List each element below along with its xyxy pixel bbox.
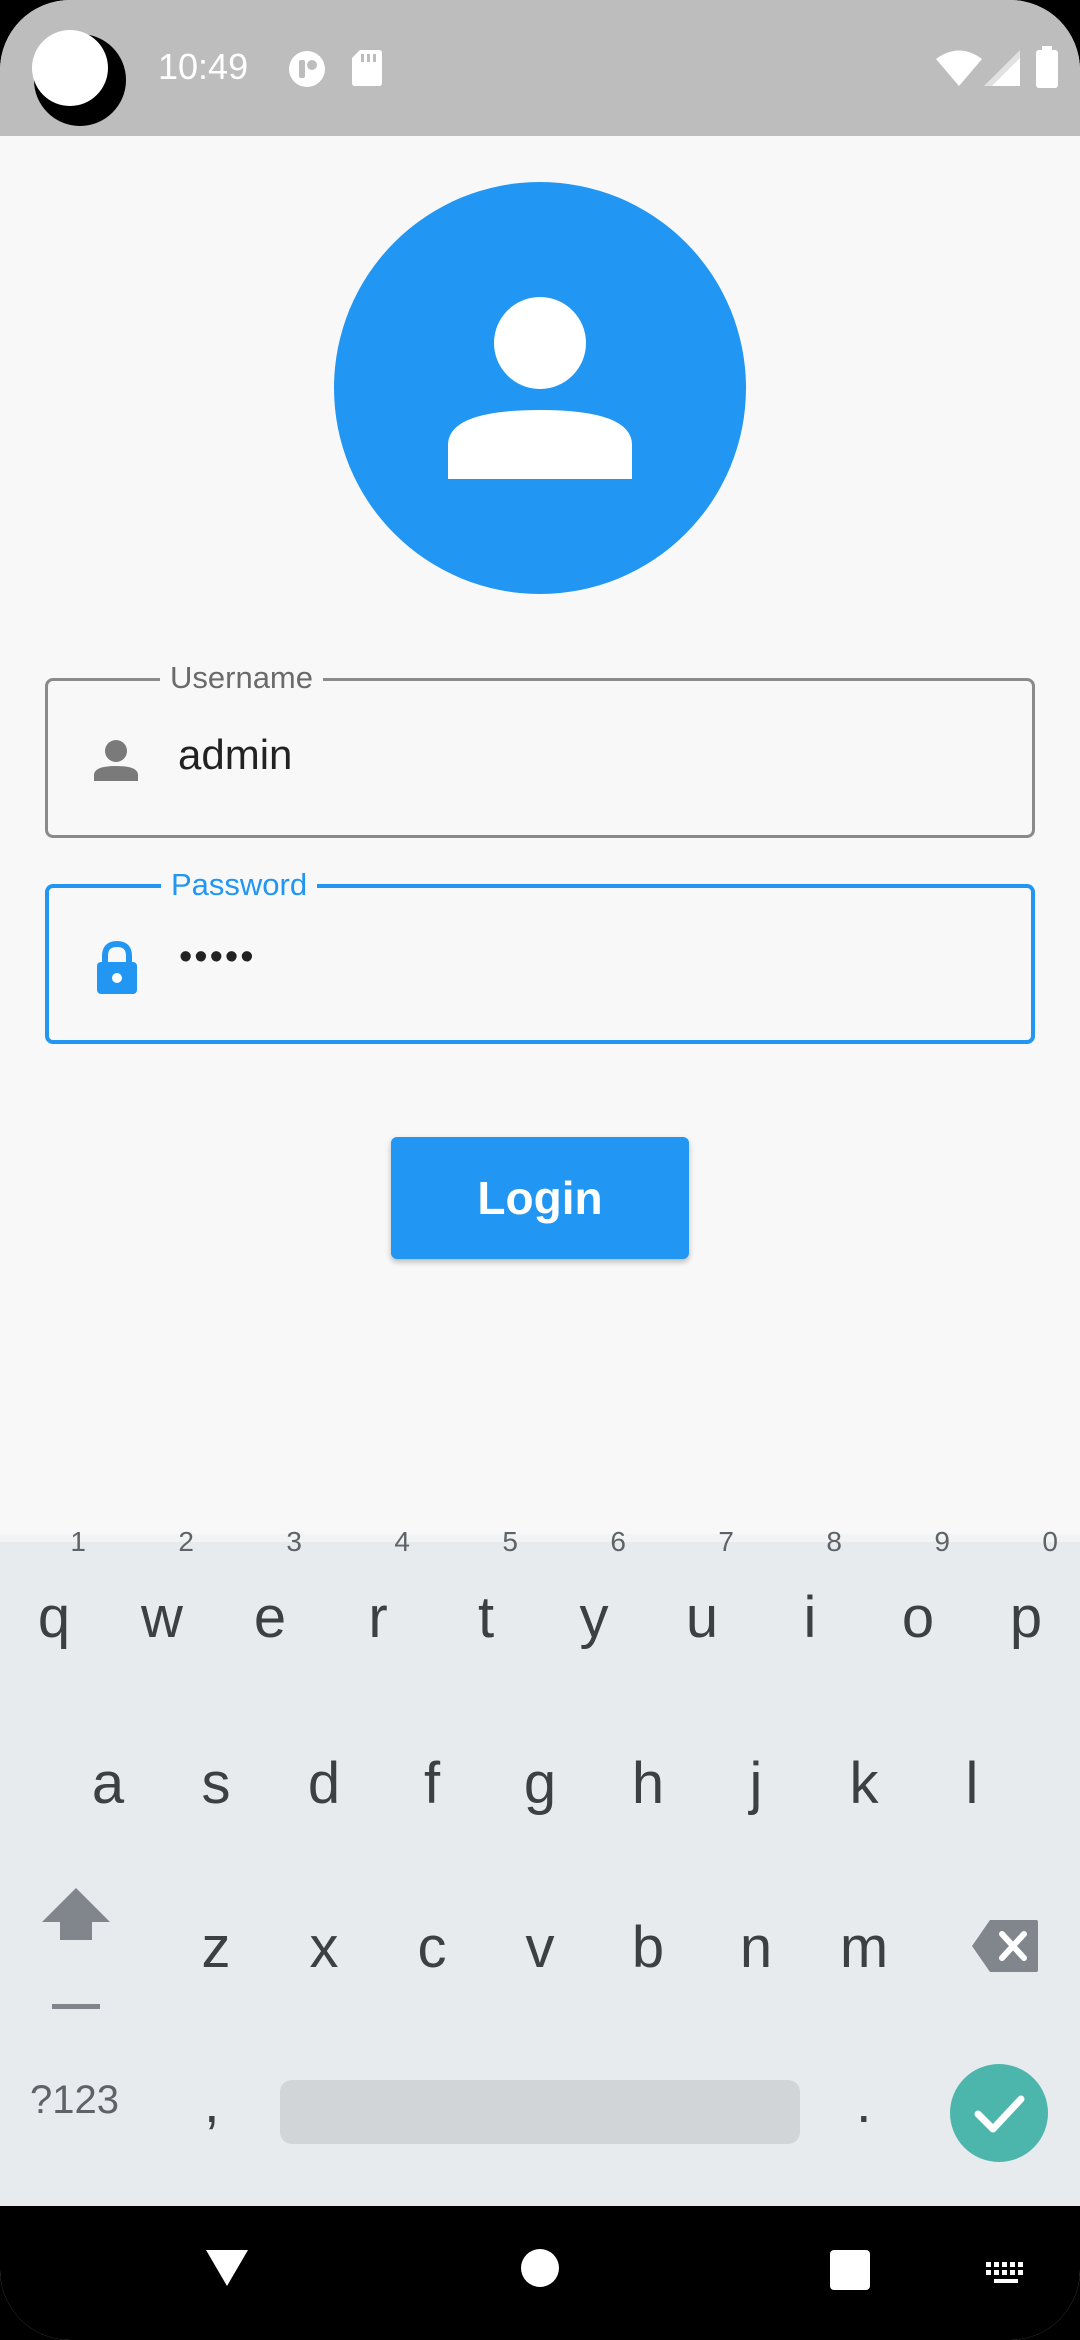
comma-key[interactable]: , [204, 2070, 220, 2135]
shift-arrow-icon [42, 1888, 110, 2009]
key-hint: 3 [286, 1526, 302, 1557]
login-screen: 10:49 Username admin Password ••••• Logi… [0, 0, 1080, 2340]
key-o[interactable]: o9 [868, 1526, 968, 1678]
key-b[interactable]: b [598, 1888, 698, 2008]
key-q[interactable]: q1 [4, 1526, 104, 1678]
key-l[interactable]: l [922, 1724, 1022, 1844]
backspace-icon [972, 1920, 1038, 1972]
key-a[interactable]: a [58, 1724, 158, 1844]
key-f[interactable]: f [382, 1724, 482, 1844]
key-hint: 8 [826, 1526, 842, 1557]
keyboard-switch-icon[interactable] [984, 2260, 1030, 2288]
key-d[interactable]: d [274, 1724, 374, 1844]
person-icon [94, 740, 138, 781]
home-icon[interactable] [520, 2248, 560, 2288]
key-label: i [803, 1585, 817, 1650]
password-label: Password [161, 866, 318, 904]
person-icon [448, 297, 632, 479]
key-r[interactable]: r4 [328, 1526, 428, 1678]
camera-cutout [32, 30, 126, 126]
username-field[interactable]: Username [45, 659, 1035, 838]
key-e[interactable]: e3 [220, 1526, 320, 1678]
key-label: v [525, 1915, 555, 1980]
key-x[interactable]: x [274, 1888, 374, 2008]
key-label: f [423, 1751, 441, 1816]
key-i[interactable]: i8 [760, 1526, 860, 1678]
key-label: t [477, 1585, 495, 1650]
user-avatar [334, 182, 746, 594]
enter-key[interactable] [950, 2064, 1048, 2162]
key-label: m [839, 1915, 889, 1980]
key-label: c [417, 1915, 447, 1980]
battery-icon [1036, 46, 1058, 88]
key-hint: 4 [394, 1526, 410, 1557]
key-hint: 7 [718, 1526, 734, 1557]
key-g[interactable]: g [490, 1724, 590, 1844]
key-hint: 6 [610, 1526, 626, 1557]
key-w[interactable]: w2 [112, 1526, 212, 1678]
key-label: z [201, 1915, 231, 1980]
key-label: p [1009, 1585, 1043, 1650]
login-button[interactable]: Login [391, 1137, 689, 1259]
symbols-key[interactable]: ?123 [30, 2078, 119, 2123]
status-bar: 10:49 [0, 0, 1080, 136]
key-y[interactable]: y6 [544, 1526, 644, 1678]
back-icon[interactable] [204, 2248, 250, 2288]
period-key[interactable]: . [856, 2070, 872, 2135]
key-c[interactable]: c [382, 1888, 482, 2008]
key-n[interactable]: n [706, 1888, 806, 2008]
key-label: j [749, 1751, 763, 1816]
navigation-bar [0, 2206, 1080, 2340]
space-bar[interactable] [280, 2080, 800, 2144]
key-label: k [849, 1751, 879, 1816]
key-label: g [523, 1751, 557, 1816]
key-label: d [307, 1751, 341, 1816]
key-label: x [309, 1915, 339, 1980]
key-label: h [631, 1751, 665, 1816]
key-hint: 5 [502, 1526, 518, 1557]
key-label: q [37, 1585, 71, 1650]
key-h[interactable]: h [598, 1724, 698, 1844]
username-label: Username [160, 659, 323, 697]
notification-app-icon [289, 51, 325, 87]
key-label: r [368, 1585, 388, 1650]
key-u[interactable]: u7 [652, 1526, 752, 1678]
sd-card-icon [352, 50, 382, 86]
shift-key[interactable] [40, 1880, 112, 2010]
status-time: 10:49 [158, 46, 249, 87]
key-hint: 9 [934, 1526, 950, 1557]
username-input[interactable] [178, 731, 998, 779]
recents-icon[interactable] [830, 2250, 870, 2290]
key-label: w [141, 1585, 183, 1650]
wifi-icon [936, 50, 982, 86]
password-input[interactable]: ••••• [179, 936, 999, 979]
key-label: a [91, 1751, 125, 1816]
key-label: s [201, 1751, 231, 1816]
cellular-signal-icon [984, 50, 1020, 86]
key-hint: 2 [178, 1526, 194, 1557]
backspace-key[interactable] [970, 1918, 1040, 1978]
key-k[interactable]: k [814, 1724, 914, 1844]
key-p[interactable]: p0 [976, 1526, 1076, 1678]
key-label: l [965, 1751, 979, 1816]
key-hint: 0 [1042, 1526, 1058, 1557]
key-label: e [253, 1585, 287, 1650]
key-v[interactable]: v [490, 1888, 590, 2008]
key-hint: 1 [70, 1526, 86, 1557]
password-field[interactable]: Password ••••• [45, 866, 1035, 1044]
key-s[interactable]: s [166, 1724, 266, 1844]
key-t[interactable]: t5 [436, 1526, 536, 1678]
key-label: u [685, 1585, 719, 1650]
key-j[interactable]: j [706, 1724, 806, 1844]
lock-icon [97, 940, 137, 994]
key-label: b [631, 1915, 665, 1980]
key-label: n [739, 1915, 773, 1980]
key-z[interactable]: z [166, 1888, 266, 2008]
key-m[interactable]: m [814, 1888, 914, 2008]
check-icon [974, 2095, 1025, 2133]
key-label: y [579, 1585, 609, 1650]
key-label: o [901, 1585, 935, 1650]
